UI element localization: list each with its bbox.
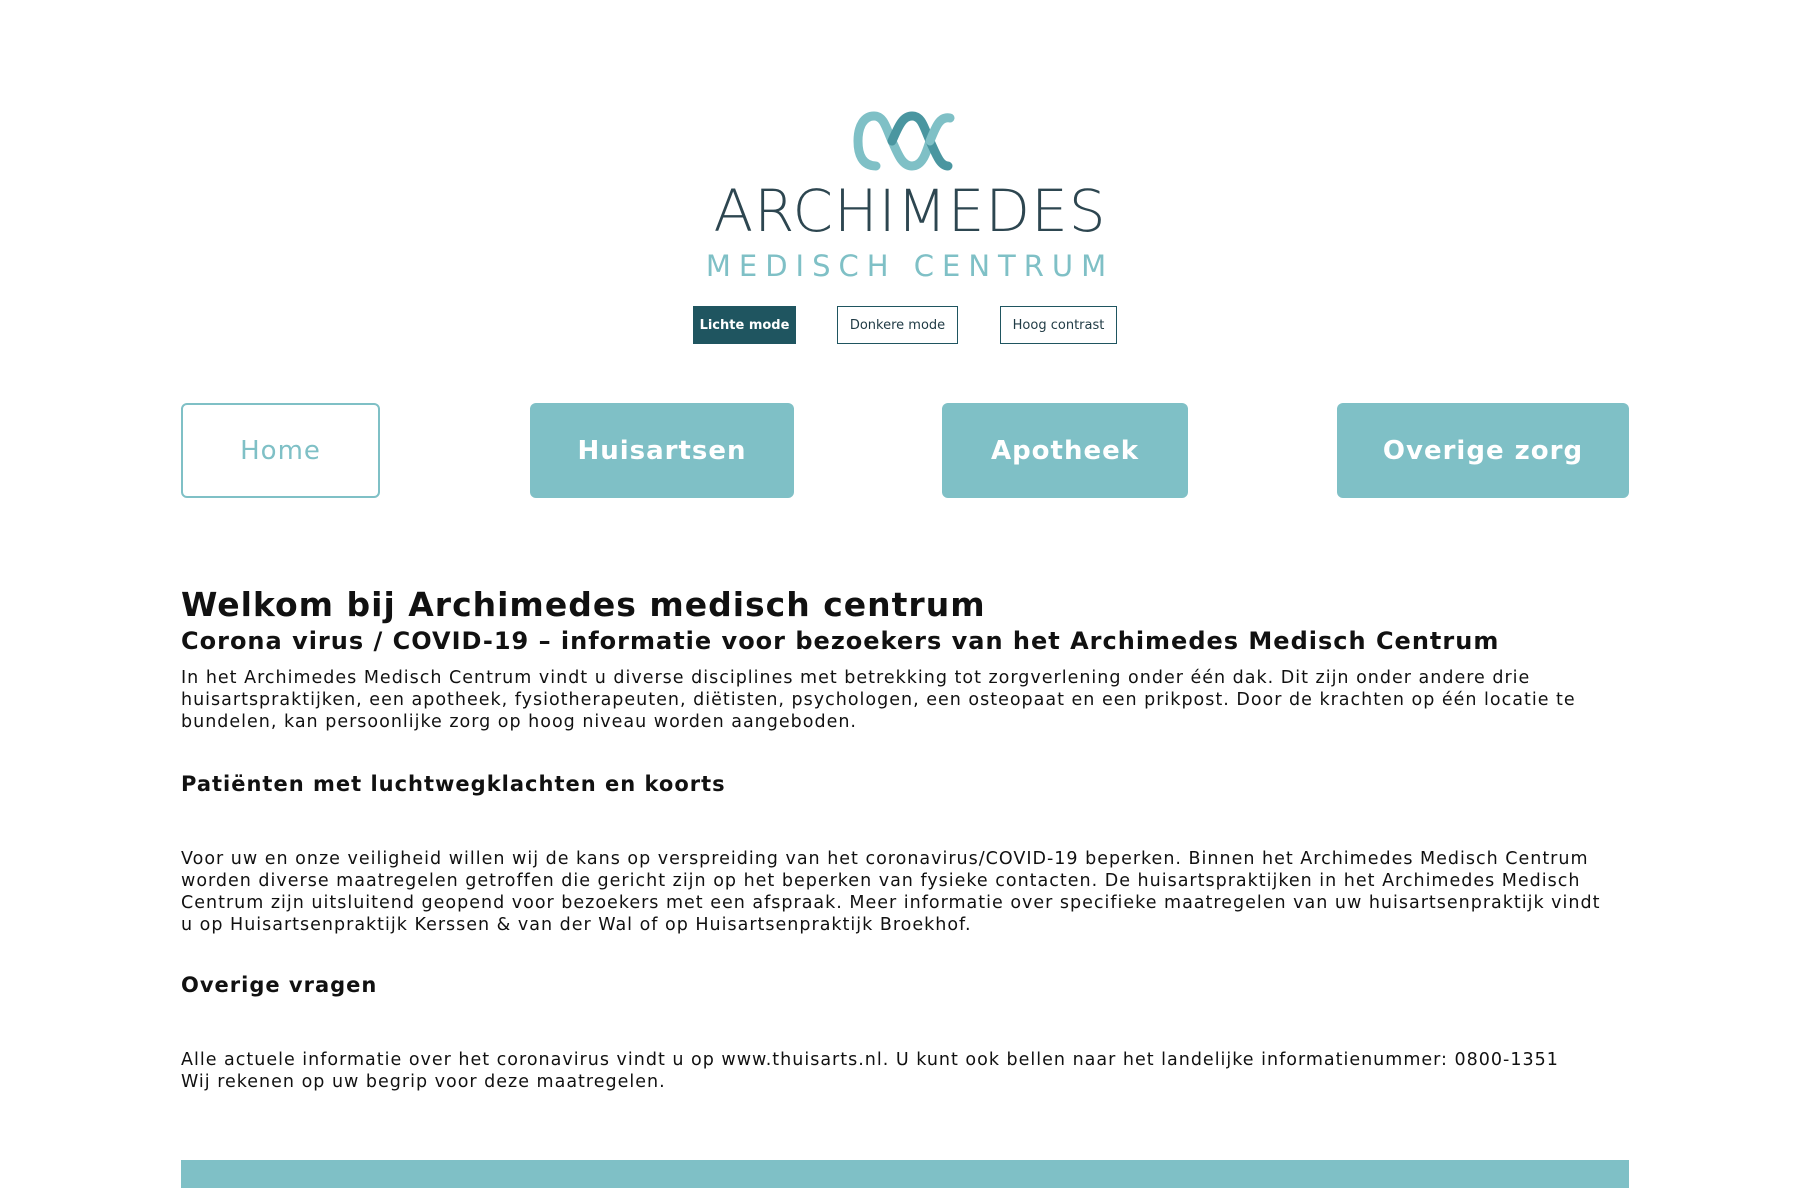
covid-subtitle: Corona virus / COVID-19 – informatie voo… xyxy=(181,627,1500,655)
footer-band xyxy=(181,1160,1629,1188)
main-content: Welkom bij Archimedes medisch centrum Co… xyxy=(181,585,1611,1093)
high-contrast-button[interactable]: Hoog contrast xyxy=(1000,306,1117,344)
nav-huisartsen[interactable]: Huisartsen xyxy=(530,403,794,498)
light-mode-button[interactable]: Lichte mode xyxy=(693,306,796,344)
section-title-other-questions: Overige vragen xyxy=(181,973,378,997)
section-body-other-questions-line1: Alle actuele informatie over het coronav… xyxy=(181,1050,1559,1070)
intro-paragraph: In het Archimedes Medisch Centrum vindt … xyxy=(181,668,1576,732)
nav-home[interactable]: Home xyxy=(181,403,380,498)
section-title-respiratory: Patiënten met luchtwegklachten en koorts xyxy=(181,772,726,796)
dark-mode-button[interactable]: Donkere mode xyxy=(837,306,958,344)
section-body-other-questions-line2: Wij rekenen op uw begrip voor deze maatr… xyxy=(181,1072,666,1092)
logo-title: ARCHIMEDES xyxy=(713,177,1107,245)
nav-overige-zorg[interactable]: Overige zorg xyxy=(1337,403,1629,498)
site-logo[interactable]: ARCHIMEDES MEDISCH CENTRUM xyxy=(700,110,1120,285)
section-body-respiratory: Voor uw en onze veiligheid willen wij de… xyxy=(181,849,1601,935)
page-title: Welkom bij Archimedes medisch centrum xyxy=(181,585,986,624)
nav-apotheek[interactable]: Apotheek xyxy=(942,403,1188,498)
archimedes-wave-logo-icon xyxy=(853,111,955,171)
logo-subtitle: MEDISCH CENTRUM xyxy=(705,249,1115,283)
